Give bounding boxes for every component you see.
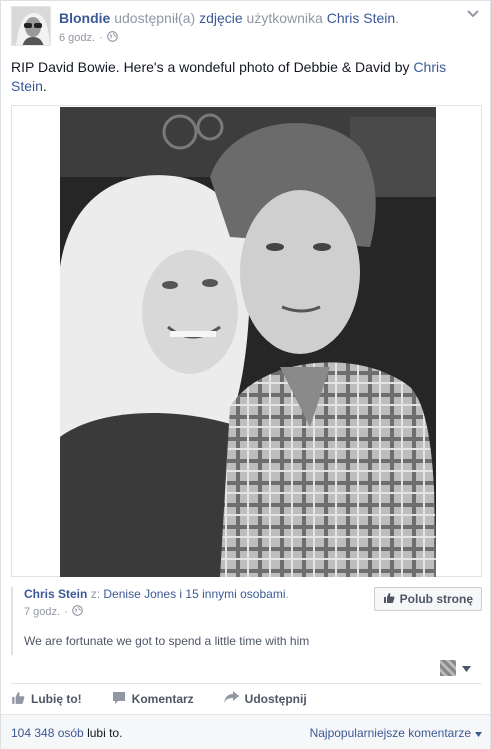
shared-photo-card [11,105,482,577]
like-page-label: Polub stronę [399,592,473,606]
post-header-line: Blondie udostępnił(a) zdjęcie użytkownik… [59,10,399,26]
of-user-text: użytkownika [246,10,323,26]
header-trailing: . [395,10,400,26]
message-trailing: . [42,78,47,94]
post-footer: 104 348 osób lubi to. Najpopularniejsze … [1,714,490,749]
original-post-attribution: Chris Stein z: Denise Jones i 15 innymi … [11,587,482,655]
author-avatar[interactable] [11,6,51,46]
comment-label: Komentarz [131,692,194,706]
likes-count-link[interactable]: 104 348 osób [11,726,84,740]
comments-sort-dropdown[interactable]: Najpopularniejsze komentarze [310,726,482,740]
photo-link[interactable]: zdjęcie [199,10,243,26]
comment-button[interactable]: Komentarz [112,691,194,708]
globe-icon[interactable] [106,31,118,45]
globe-icon[interactable] [71,605,83,619]
post-message-text: RIP David Bowie. Here's a wondeful photo… [11,59,414,75]
source-timestamp[interactable]: 7 godz. [24,606,60,618]
source-user-link[interactable]: Chris Stein [327,10,395,26]
dot-separator: · [64,606,68,618]
thumbs-up-icon [11,691,25,708]
page-thumbnail-icon [440,660,456,676]
audience-selector[interactable] [440,660,471,676]
post-actions: Lubię to! Komentarz Udostępnij [11,689,307,709]
share-label: Udostępnij [244,692,307,706]
share-arrow-icon [223,691,239,707]
caret-down-icon [475,726,482,740]
share-action-text: udostępnił(a) [114,10,196,26]
post-message: RIP David Bowie. Here's a wondeful photo… [11,58,471,96]
tagged-people-link[interactable]: Denise Jones i 15 innymi osobami [103,587,285,601]
source-author-link[interactable]: Chris Stein [24,587,87,601]
sort-label: Najpopularniejsze komentarze [309,726,471,740]
actions-divider [11,683,482,684]
like-label: Lubię to! [31,692,82,706]
shared-photo[interactable] [60,107,436,577]
post-header: Blondie udostępnił(a) zdjęcie użytkownik… [11,6,481,48]
author-name[interactable]: Blondie [59,10,110,26]
likes-summary: 104 348 osób lubi to. [11,726,122,740]
with-prefix: z: [90,587,101,601]
post-options-chevron-icon[interactable] [465,8,481,20]
post-meta: 6 godz. · [59,31,118,45]
thumbs-up-icon [383,592,395,607]
like-button[interactable]: Lubię to! [11,691,82,708]
like-page-button[interactable]: Polub stronę [373,587,482,611]
feed-post: Blondie udostępnił(a) zdjęcie użytkownik… [0,0,491,749]
comment-icon [112,691,126,708]
likes-rest-text: lubi to. [87,726,123,740]
tagged-trailing: . [285,587,289,601]
dot-separator: · [99,32,103,44]
caret-down-icon [462,661,471,675]
post-timestamp[interactable]: 6 godz. [59,32,95,44]
source-caption: We are fortunate we got to spend a littl… [24,634,310,648]
share-button[interactable]: Udostępnij [223,691,307,707]
